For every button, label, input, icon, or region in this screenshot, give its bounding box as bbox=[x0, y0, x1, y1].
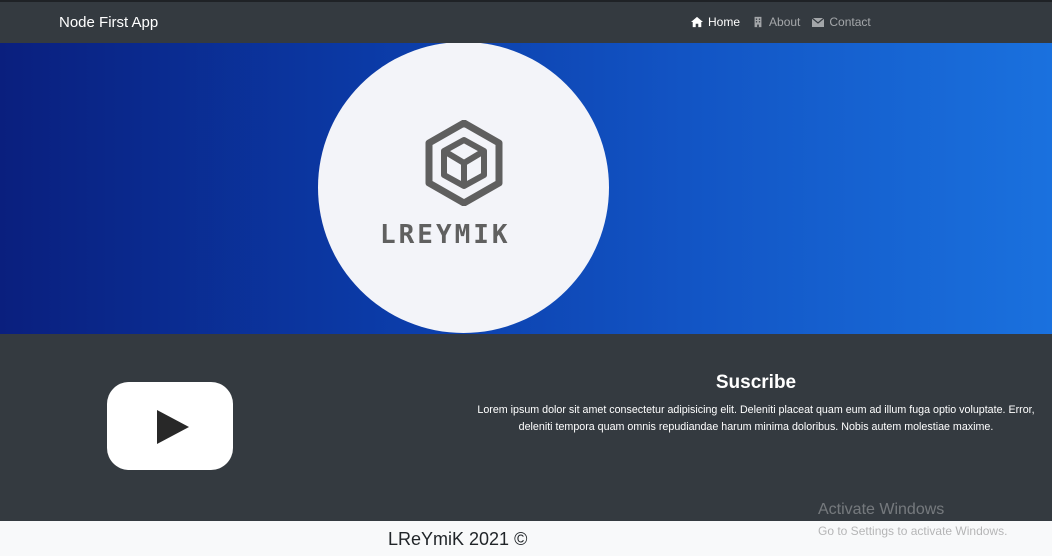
subscribe-title: Suscribe bbox=[715, 372, 797, 393]
navbar: Node First App Home About Contact bbox=[0, 0, 1052, 43]
subscribe-text: Lorem ipsum dolor sit amet consectetur a… bbox=[477, 404, 1035, 433]
envelope-icon bbox=[811, 17, 825, 27]
navbar-brand[interactable]: Node First App bbox=[59, 14, 158, 31]
activate-windows-title: Activate Windows bbox=[818, 501, 945, 518]
hexagon-cube-icon bbox=[425, 120, 503, 206]
nav-links: Home About Contact bbox=[690, 15, 871, 29]
nav-link-home[interactable]: Home bbox=[690, 15, 740, 29]
nav-link-contact-label: Contact bbox=[829, 15, 871, 29]
building-icon bbox=[754, 16, 762, 28]
home-icon bbox=[691, 16, 703, 28]
hero-banner: LREYMIK bbox=[0, 43, 1052, 334]
logo-circle: LREYMIK bbox=[318, 43, 609, 333]
footer-copyright: LReYmiK 2021 © bbox=[388, 529, 528, 549]
youtube-play-icon[interactable] bbox=[107, 382, 233, 470]
footer: LReYmiK 2021 © Go to Settings to activat… bbox=[0, 521, 1052, 556]
nav-link-home-label: Home bbox=[708, 15, 741, 29]
nav-link-about[interactable]: About bbox=[751, 15, 800, 29]
activate-windows-subtitle: Go to Settings to activate Windows. bbox=[818, 524, 1008, 538]
subscribe-section: Suscribe Lorem ipsum dolor sit amet cons… bbox=[0, 334, 1052, 521]
logo-text: LREYMIK bbox=[380, 220, 511, 250]
nav-link-about-label: About bbox=[769, 15, 801, 29]
nav-link-contact[interactable]: Contact bbox=[811, 15, 871, 29]
